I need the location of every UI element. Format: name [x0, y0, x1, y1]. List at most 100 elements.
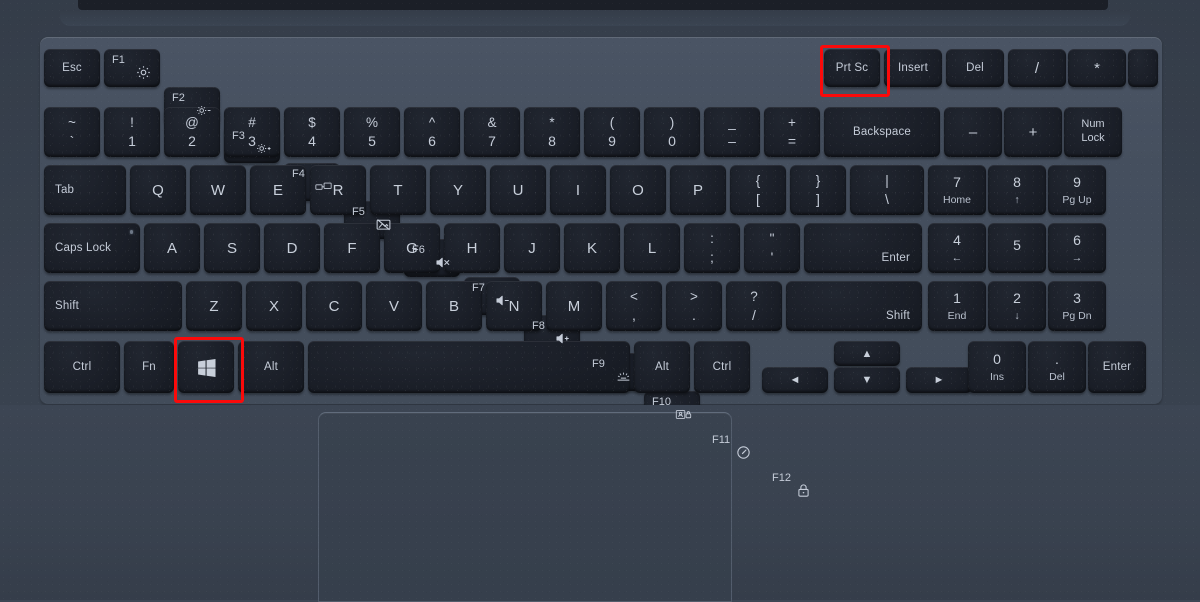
- key-comma[interactable]: <,: [606, 281, 662, 331]
- key-g[interactable]: G: [384, 223, 440, 273]
- key-5[interactable]: % 5: [344, 107, 400, 157]
- key-u[interactable]: U: [490, 165, 546, 215]
- key-equal[interactable]: + =: [764, 107, 820, 157]
- key-np6[interactable]: 6 →: [1048, 223, 1106, 273]
- key-label-bottom: ←: [951, 251, 963, 264]
- key-label: Esc: [62, 62, 82, 74]
- key-lbracket[interactable]: {[: [730, 165, 786, 215]
- key-win[interactable]: [178, 341, 234, 393]
- key-np4[interactable]: 4 ←: [928, 223, 986, 273]
- key-numlock[interactable]: Num Lock: [1064, 107, 1122, 157]
- key-tab[interactable]: Tab: [44, 165, 126, 215]
- key-np9[interactable]: 9 Pg Up: [1048, 165, 1106, 215]
- key-label-bottom: `: [69, 133, 75, 150]
- key-label: Insert: [898, 62, 928, 74]
- key-minus[interactable]: _ –: [704, 107, 760, 157]
- key-insert[interactable]: Insert: [884, 49, 942, 87]
- key-1[interactable]: ! 1: [104, 107, 160, 157]
- key-9[interactable]: (9: [584, 107, 640, 157]
- key-up[interactable]: ▲: [834, 341, 900, 366]
- key-right[interactable]: ►: [906, 367, 972, 393]
- key-v[interactable]: V: [366, 281, 422, 331]
- key-i[interactable]: I: [550, 165, 606, 215]
- key-h[interactable]: H: [444, 223, 500, 273]
- key-npdiv[interactable]: /: [1008, 49, 1066, 87]
- key-rshift[interactable]: Shift: [786, 281, 922, 331]
- key-label: J: [528, 239, 536, 257]
- key-a[interactable]: A: [144, 223, 200, 273]
- key-npenter[interactable]: Enter: [1088, 341, 1146, 393]
- key-np1[interactable]: 1 End: [928, 281, 986, 331]
- key-l[interactable]: L: [624, 223, 680, 273]
- key-label-bottom: Ins: [989, 370, 1004, 383]
- key-label: Ctrl: [72, 361, 92, 373]
- key-label-bottom: .: [692, 307, 696, 324]
- key-fn[interactable]: Fn: [124, 341, 174, 393]
- key-s[interactable]: S: [204, 223, 260, 273]
- key-rbracket[interactable]: }]: [790, 165, 846, 215]
- key-prtsc[interactable]: Prt Sc: [824, 49, 880, 87]
- key-d[interactable]: D: [264, 223, 320, 273]
- key-p[interactable]: P: [670, 165, 726, 215]
- key-c[interactable]: C: [306, 281, 362, 331]
- key-label-bottom: =: [787, 133, 797, 150]
- key-np0[interactable]: 0 Ins: [968, 341, 1026, 393]
- key-npplus[interactable]: +: [1004, 107, 1062, 157]
- key-label-bottom: 8: [548, 133, 556, 150]
- key-6[interactable]: ^ 6: [404, 107, 460, 157]
- key-semicolon[interactable]: :;: [684, 223, 740, 273]
- key-down[interactable]: ▼: [834, 367, 900, 393]
- key-backslash[interactable]: | \: [850, 165, 924, 215]
- key-enter[interactable]: Enter: [804, 223, 922, 273]
- key-npmul[interactable]: *: [1068, 49, 1126, 87]
- key-w[interactable]: W: [190, 165, 246, 215]
- key-period[interactable]: >.: [666, 281, 722, 331]
- key-4[interactable]: $4: [284, 107, 340, 157]
- key-label: Del: [966, 62, 984, 74]
- key-left[interactable]: ◄: [762, 367, 828, 393]
- key-label: Y: [452, 181, 463, 199]
- key-label: ▼: [861, 374, 873, 386]
- key-8[interactable]: * 8: [524, 107, 580, 157]
- key-k[interactable]: K: [564, 223, 620, 273]
- key-esc[interactable]: Esc: [44, 49, 100, 87]
- key-q[interactable]: Q: [130, 165, 186, 215]
- key-npminus[interactable]: –: [944, 107, 1002, 157]
- trackpad[interactable]: [318, 412, 732, 602]
- key-7[interactable]: & 7: [464, 107, 520, 157]
- key-blank[interactable]: [1128, 49, 1158, 87]
- key-np7[interactable]: 7 Home: [928, 165, 986, 215]
- key-tilde[interactable]: ~ `: [44, 107, 100, 157]
- key-slash[interactable]: ? /: [726, 281, 782, 331]
- key-backspace[interactable]: Backspace: [824, 107, 940, 157]
- key-0[interactable]: ) 0: [644, 107, 700, 157]
- key-o[interactable]: O: [610, 165, 666, 215]
- key-3[interactable]: #3: [224, 107, 280, 157]
- key-npdot[interactable]: . Del: [1028, 341, 1086, 393]
- key-space[interactable]: [308, 341, 630, 393]
- key-2[interactable]: @2: [164, 107, 220, 157]
- key-f1[interactable]: F1: [104, 49, 160, 87]
- key-np2[interactable]: 2 ↓: [988, 281, 1046, 331]
- key-lctrl[interactable]: Ctrl: [44, 341, 120, 393]
- key-z[interactable]: Z: [186, 281, 242, 331]
- key-ralt[interactable]: Alt: [634, 341, 690, 393]
- key-np8[interactable]: 8 ↑: [988, 165, 1046, 215]
- key-t[interactable]: T: [370, 165, 426, 215]
- key-rctrl[interactable]: Ctrl: [694, 341, 750, 393]
- key-j[interactable]: J: [504, 223, 560, 273]
- key-label-top: _: [728, 114, 736, 130]
- key-m[interactable]: M: [546, 281, 602, 331]
- key-np5[interactable]: 5: [988, 223, 1046, 273]
- caps-lock-indicator-led: [129, 230, 133, 234]
- key-label: U: [512, 181, 524, 199]
- key-f[interactable]: F: [324, 223, 380, 273]
- key-del[interactable]: Del: [946, 49, 1004, 87]
- key-quote[interactable]: " ': [744, 223, 800, 273]
- key-y[interactable]: Y: [430, 165, 486, 215]
- key-np3[interactable]: 3 Pg Dn: [1048, 281, 1106, 331]
- key-capslock[interactable]: Caps Lock: [44, 223, 140, 273]
- key-x[interactable]: X: [246, 281, 302, 331]
- key-lalt[interactable]: Alt: [238, 341, 304, 393]
- key-lshift[interactable]: Shift: [44, 281, 182, 331]
